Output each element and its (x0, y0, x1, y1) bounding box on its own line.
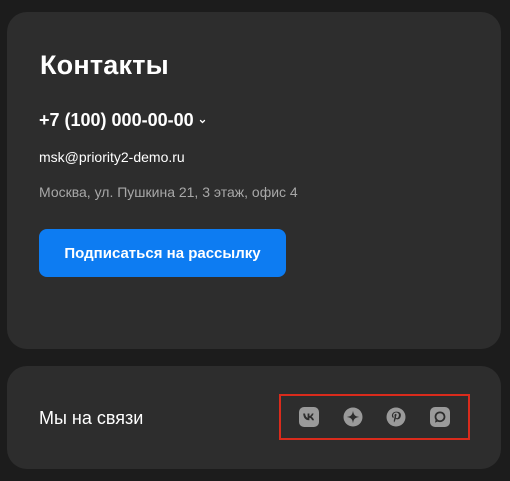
chat-icon[interactable] (429, 406, 451, 428)
social-card: Мы на связи (7, 366, 501, 469)
sparkle-icon[interactable] (342, 406, 364, 428)
email-link[interactable]: msk@priority2-demo.ru (39, 148, 469, 166)
social-label: Мы на связи (39, 408, 144, 428)
phone-row[interactable]: +7 (100) 000-00-00 (39, 109, 469, 131)
contacts-card: Контакты +7 (100) 000-00-00 msk@priority… (7, 12, 501, 349)
social-links (279, 394, 470, 440)
vk-icon[interactable] (298, 406, 320, 428)
phone-number[interactable]: +7 (100) 000-00-00 (39, 109, 194, 131)
chevron-down-icon[interactable] (198, 117, 207, 126)
subscribe-button[interactable]: Подписаться на рассылку (39, 229, 286, 277)
pinterest-icon[interactable] (385, 406, 407, 428)
address-text: Москва, ул. Пушкина 21, 3 этаж, офис 4 (39, 184, 298, 200)
contacts-title: Контакты (40, 50, 169, 80)
